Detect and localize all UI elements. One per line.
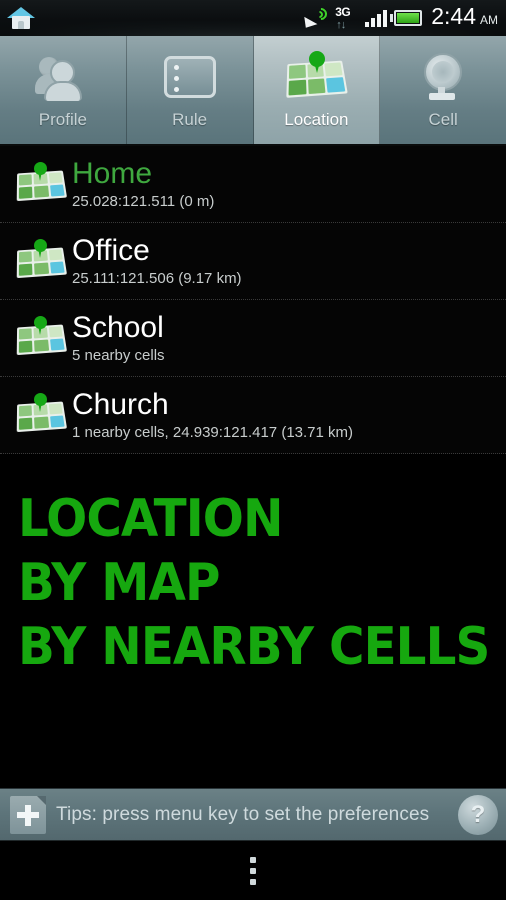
headline-by-map: BY MAP — [18, 553, 220, 613]
list-item[interactable]: School 5 nearby cells — [0, 300, 506, 377]
headline-location: LOCATION — [18, 489, 283, 549]
tab-cell-label: Cell — [428, 110, 458, 129]
gps-satellite-icon — [304, 5, 330, 29]
help-glyph: ? — [470, 800, 486, 828]
tab-bar: Profile Rule Location Cell — [0, 36, 506, 146]
map-icon — [286, 46, 349, 108]
status-bar-right: 3G ↑↓ 2:44 AM — [304, 2, 498, 32]
clock-time: 2:44 — [431, 2, 476, 29]
list-item-text: Office 25.111:121.506 (9.17 km) — [72, 234, 242, 288]
battery-icon — [390, 10, 423, 26]
list-item-text: Church 1 nearby cells, 24.939:121.417 (1… — [72, 388, 353, 442]
tab-location[interactable]: Location — [253, 36, 381, 144]
tab-rule-label: Rule — [172, 110, 208, 129]
tab-rule[interactable]: Rule — [126, 36, 254, 144]
list-item[interactable]: Home 25.028:121.511 (0 m) — [0, 146, 506, 223]
list-item-text: Home 25.028:121.511 (0 m) — [72, 157, 214, 211]
list-item-title: School — [72, 311, 164, 344]
tab-profile-label: Profile — [38, 110, 87, 129]
tips-text: Tips: press menu key to set the preferen… — [56, 803, 430, 825]
list-item-subtitle: 25.111:121.506 (9.17 km) — [72, 270, 242, 287]
help-icon[interactable]: ? — [458, 794, 498, 835]
list-item-text: School 5 nearby cells — [72, 311, 165, 365]
location-list: Home 25.028:121.511 (0 m) Office 25.111:… — [0, 146, 506, 454]
clock-ampm: AM — [480, 12, 498, 27]
cell-tower-icon — [417, 46, 469, 108]
overflow-menu-icon[interactable] — [234, 849, 272, 893]
map-pin-icon — [10, 239, 72, 281]
navigation-bar — [0, 840, 506, 900]
tab-location-label: Location — [284, 110, 349, 129]
tab-profile[interactable]: Profile — [0, 36, 127, 144]
rule-icon — [163, 46, 216, 108]
headline-by-nearby-cells: BY NEARBY CELLS — [18, 617, 490, 677]
status-bar-left — [6, 5, 305, 31]
list-item-title: Office — [72, 234, 150, 267]
map-pin-icon — [10, 162, 72, 204]
list-item-subtitle: 1 nearby cells, 24.939:121.417 (13.71 km… — [72, 424, 354, 441]
headline-block: LOCATION BY MAP BY NEARBY CELLS — [0, 454, 506, 676]
profile-icon — [34, 46, 91, 108]
map-pin-icon — [10, 393, 72, 435]
network-arrows: ↑↓ — [336, 19, 346, 31]
list-item-subtitle: 25.028:121.511 (0 m) — [72, 193, 215, 210]
home-icon — [6, 5, 36, 31]
signal-bars-icon — [365, 9, 388, 27]
network-label: 3G — [335, 5, 351, 19]
add-document-icon[interactable] — [10, 795, 46, 834]
map-pin-icon — [10, 316, 72, 358]
status-clock: 2:44 AM — [431, 2, 498, 32]
tab-cell[interactable]: Cell — [380, 36, 506, 144]
tips-bar[interactable]: Tips: press menu key to set the preferen… — [0, 788, 506, 840]
list-item[interactable]: Office 25.111:121.506 (9.17 km) — [0, 223, 506, 300]
app-screen: 3G ↑↓ 2:44 AM Profile Rule Location Cell… — [0, 0, 506, 900]
network-3g-icon: 3G ↑↓ — [334, 5, 358, 31]
status-bar: 3G ↑↓ 2:44 AM — [0, 0, 506, 36]
list-item[interactable]: Church 1 nearby cells, 24.939:121.417 (1… — [0, 377, 506, 454]
list-item-title: Church — [72, 388, 169, 421]
list-item-subtitle: 5 nearby cells — [72, 347, 165, 364]
list-item-title: Home — [72, 157, 153, 190]
